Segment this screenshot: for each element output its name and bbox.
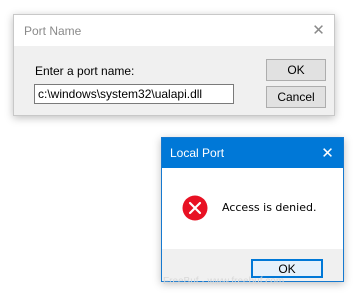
ok-button[interactable]: OK [266,59,326,81]
dialog-title: Local Port [170,146,225,160]
port-name-input[interactable] [34,84,234,104]
close-icon[interactable]: ✕ [312,138,343,168]
port-name-dialog: Port Name ✕ Enter a port name: OK Cancel [13,14,335,116]
cancel-button[interactable]: Cancel [266,86,326,108]
title-bar: Port Name ✕ [14,15,334,46]
error-icon [182,195,208,221]
message-area: Access is denied. [162,168,343,249]
error-message: Access is denied. [222,201,317,214]
dialog-title: Port Name [24,24,82,38]
watermark: FreeBuf · www.freebuf.com [163,276,285,287]
close-icon[interactable]: ✕ [303,15,334,46]
title-bar: Local Port ✕ [162,138,343,168]
local-port-dialog: Local Port ✕ Access is denied. OK [161,137,344,282]
port-name-label: Enter a port name: [35,64,135,78]
